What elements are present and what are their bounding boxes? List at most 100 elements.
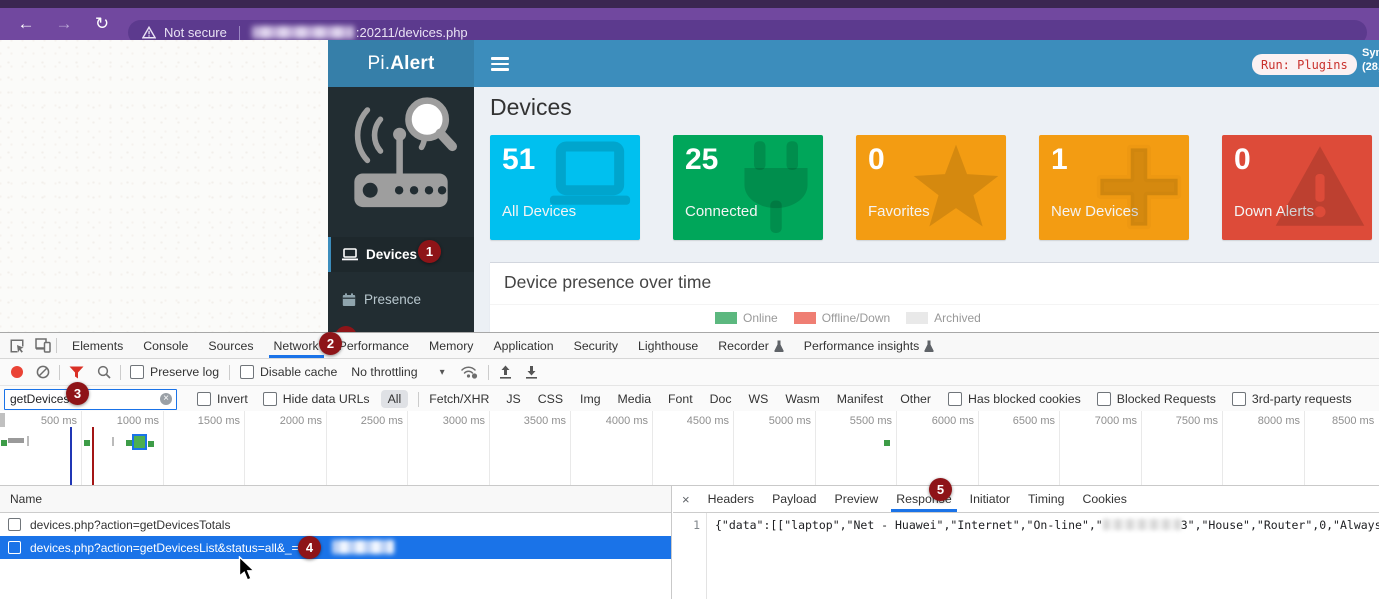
tab-payload[interactable]: Payload (763, 486, 825, 512)
legend-label[interactable]: Offline/Down (822, 311, 890, 325)
card-down-alerts[interactable]: 0 Down Alerts (1222, 135, 1372, 240)
tab-elements[interactable]: Elements (62, 333, 133, 358)
filter-type-css[interactable]: CSS (538, 392, 563, 406)
blocked-requests-label[interactable]: Blocked Requests (1117, 392, 1216, 406)
hide-data-urls-checkbox[interactable] (263, 392, 277, 406)
tab-memory[interactable]: Memory (419, 333, 483, 358)
filter-type-js[interactable]: JS (506, 392, 520, 406)
network-conditions-icon[interactable] (461, 365, 478, 379)
request-row[interactable]: devices.php?action=getDevicesTotals (0, 513, 671, 536)
stat-cards: 51 All Devices 25 Connected 0 Favorites … (490, 135, 1372, 240)
brand-bold: Alert (390, 53, 434, 75)
annotation-badge-4: 4 (298, 536, 321, 559)
export-har-icon[interactable] (525, 365, 538, 379)
third-party-checkbox[interactable] (1232, 392, 1246, 406)
hide-data-urls-label[interactable]: Hide data URLs (283, 392, 370, 406)
timeline-gridline (652, 411, 653, 485)
run-plugins-button[interactable]: Run: Plugins (1252, 54, 1357, 75)
filter-type-ws[interactable]: WS (749, 392, 769, 406)
chart-legend: Online Offline/Down Archived (715, 311, 981, 325)
tab-security[interactable]: Security (564, 333, 628, 358)
clear-filter-icon[interactable]: × (160, 393, 172, 405)
timeline-label: 7500 ms (1148, 415, 1218, 427)
invert-checkbox[interactable] (197, 392, 211, 406)
web-page: Pi.Alert (0, 40, 1379, 332)
timeline-gridline (163, 411, 164, 485)
clear-icon[interactable] (36, 365, 50, 379)
has-blocked-cookies-label[interactable]: Has blocked cookies (968, 392, 1081, 406)
record-button[interactable] (11, 366, 23, 378)
filter-type-font[interactable]: Font (668, 392, 693, 406)
sidebar-item-presence[interactable]: Presence (328, 282, 474, 317)
filter-type-media[interactable]: Media (618, 392, 652, 406)
brand-logo[interactable]: Pi.Alert (328, 40, 474, 87)
disable-cache-label[interactable]: Disable cache (260, 365, 337, 379)
chevron-down-icon[interactable]: ▾ (440, 367, 445, 378)
waterfall-dot (148, 441, 154, 447)
response-viewer[interactable]: 1 {"data":[["laptop","Net - Huawei","Int… (673, 513, 1379, 599)
request-checkbox[interactable] (8, 541, 21, 554)
filter-input[interactable] (4, 389, 177, 410)
preserve-log-checkbox[interactable] (130, 365, 144, 379)
blocked-requests-checkbox[interactable] (1097, 392, 1111, 406)
timeline-label: 7000 ms (1067, 415, 1137, 427)
tab-application[interactable]: Application (483, 333, 563, 358)
import-har-icon[interactable] (499, 365, 512, 379)
timeline-gridline (896, 411, 897, 485)
throttling-select[interactable]: No throttling (351, 365, 417, 379)
timeline-gridline (570, 411, 571, 485)
legend-label[interactable]: Archived (934, 311, 981, 325)
tab-preview[interactable]: Preview (826, 486, 888, 512)
filter-type-manifest[interactable]: Manifest (837, 392, 883, 406)
disable-cache-checkbox[interactable] (240, 365, 254, 379)
tab-recorder[interactable]: Recorder (708, 333, 794, 358)
invert-label[interactable]: Invert (217, 392, 248, 406)
filter-type-img[interactable]: Img (580, 392, 601, 406)
filter-funnel-icon[interactable] (69, 366, 84, 379)
legend-label[interactable]: Online (743, 311, 778, 325)
filter-type-fetch-xhr[interactable]: Fetch/XHR (429, 392, 489, 406)
request-row-selected[interactable]: devices.php?action=getDevicesList&status… (0, 536, 671, 559)
legend-swatch-online[interactable] (715, 312, 737, 324)
card-new-devices[interactable]: 1 New Devices (1039, 135, 1189, 240)
forward-icon[interactable]: → (52, 14, 76, 34)
filter-type-doc[interactable]: Doc (710, 392, 732, 406)
timeline-label: 3500 ms (496, 415, 566, 427)
tab-sources[interactable]: Sources (198, 333, 263, 358)
tab-cookies[interactable]: Cookies (1073, 486, 1135, 512)
tab-performance[interactable]: Performance (329, 333, 419, 358)
card-all-devices[interactable]: 51 All Devices (490, 135, 640, 240)
device-toolbar-icon[interactable] (35, 338, 51, 353)
back-icon[interactable]: ← (14, 14, 38, 34)
sidebar-item-devices[interactable]: Devices (328, 237, 474, 272)
card-favorites[interactable]: 0 Favorites (856, 135, 1006, 240)
search-icon[interactable] (97, 365, 111, 379)
tab-headers[interactable]: Headers (699, 486, 763, 512)
warning-icon (1272, 141, 1368, 231)
timeline-label: 8000 ms (1230, 415, 1300, 427)
calendar-icon (342, 293, 356, 307)
legend-swatch-archived[interactable] (906, 312, 928, 324)
timeline-gridline (1059, 411, 1060, 485)
tab-lighthouse[interactable]: Lighthouse (628, 333, 708, 358)
filter-type-wasm[interactable]: Wasm (785, 392, 819, 406)
third-party-label[interactable]: 3rd-party requests (1252, 392, 1352, 406)
hamburger-icon[interactable] (491, 57, 509, 74)
filter-type-all[interactable]: All (381, 390, 409, 408)
preserve-log-label[interactable]: Preserve log (150, 365, 219, 379)
has-blocked-cookies-checkbox[interactable] (948, 392, 962, 406)
card-connected[interactable]: 25 Connected (673, 135, 823, 240)
tab-initiator[interactable]: Initiator (961, 486, 1019, 512)
network-overview[interactable]: 500 ms 1000 ms 1500 ms 2000 ms 2500 ms 3… (0, 411, 1379, 486)
request-checkbox[interactable] (8, 518, 21, 531)
tab-timing[interactable]: Timing (1019, 486, 1073, 512)
inspect-element-icon[interactable] (9, 338, 25, 354)
filter-type-other[interactable]: Other (900, 392, 931, 406)
tab-console[interactable]: Console (133, 333, 198, 358)
name-column-header[interactable]: Name (0, 486, 671, 513)
close-icon[interactable]: × (673, 492, 699, 507)
request-name: devices.php?action=getDevicesList&status… (30, 541, 299, 555)
legend-swatch-offline[interactable] (794, 312, 816, 324)
tab-performance-insights[interactable]: Performance insights (794, 333, 945, 358)
reload-icon[interactable]: ↻ (90, 14, 114, 34)
